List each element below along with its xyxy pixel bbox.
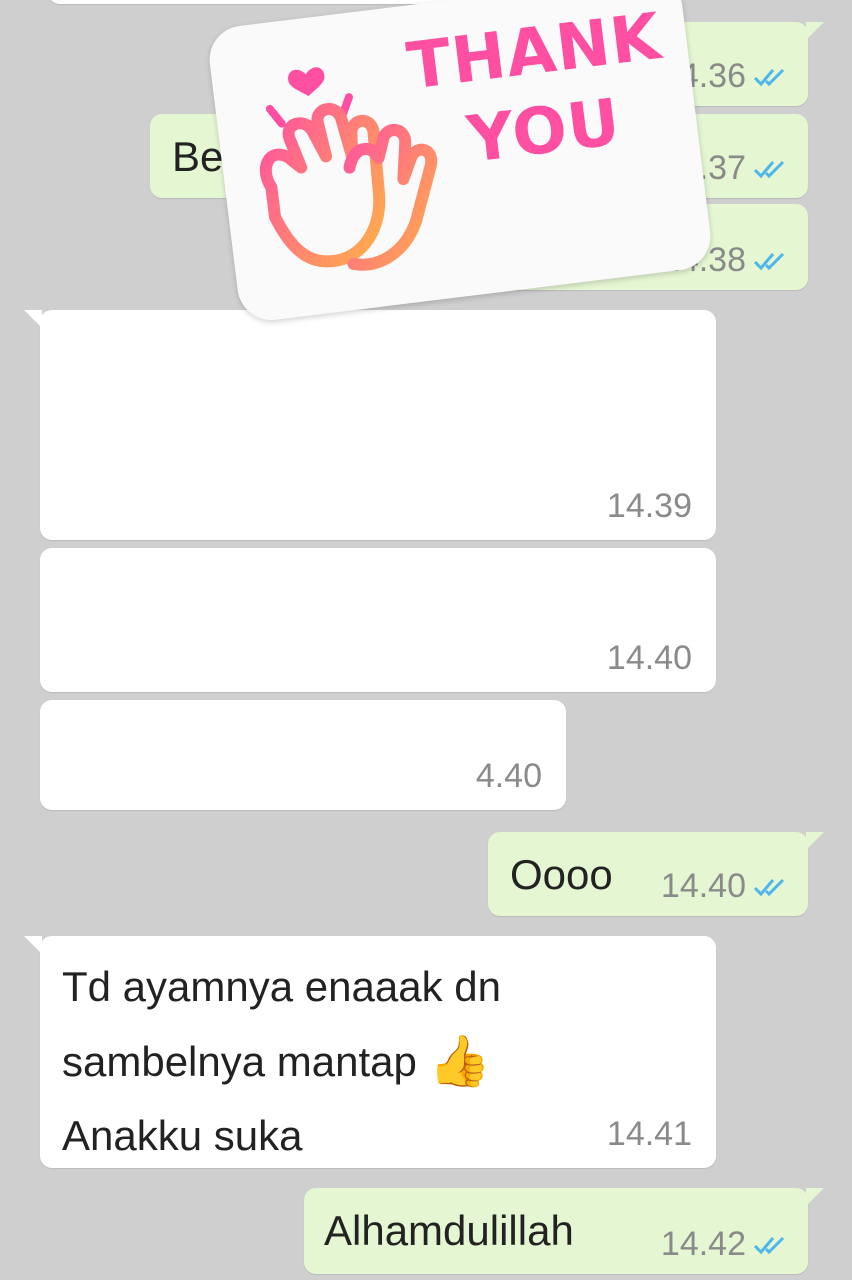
message-meta: 4.36 bbox=[680, 57, 792, 96]
message-meta: 14.40 bbox=[661, 867, 792, 906]
message-time: .37 bbox=[698, 149, 746, 187]
read-ticks-icon bbox=[752, 250, 792, 272]
message-bubble-incoming[interactable]: 14.39 bbox=[24, 310, 716, 540]
message-line: sambelnya mantap bbox=[62, 1038, 417, 1085]
thumbs-up-icon: 👍 bbox=[428, 1033, 491, 1089]
message-time: 14.40 bbox=[606, 639, 692, 677]
message-meta: 4.40 bbox=[476, 757, 548, 796]
message-time: 14.39 bbox=[606, 487, 692, 525]
message-bubble-incoming[interactable]: 4.40 bbox=[40, 700, 566, 810]
read-ticks-icon bbox=[752, 158, 792, 180]
message-meta: 14.39 bbox=[607, 487, 698, 526]
message-time: 14.40 bbox=[660, 867, 746, 905]
message-bubble-outgoing[interactable]: Alhamdulillah 14.42 bbox=[304, 1188, 824, 1274]
read-ticks-icon bbox=[752, 66, 792, 88]
message-time: 14.42 bbox=[660, 1225, 746, 1263]
read-ticks-icon bbox=[752, 1234, 792, 1256]
message-meta: 14.42 bbox=[661, 1225, 792, 1264]
message-time: 14.41 bbox=[606, 1115, 692, 1153]
message-bubble-incoming[interactable]: 14.40 bbox=[40, 548, 716, 692]
message-line-with-emoji: sambelnya mantap 👍 bbox=[62, 1024, 501, 1099]
message-meta: 14.40 bbox=[607, 639, 698, 678]
message-line: Td ayamnya enaaak dn bbox=[62, 963, 501, 1010]
message-bubble-incoming[interactable]: Td ayamnya enaaak dn sambelnya mantap 👍 … bbox=[24, 936, 716, 1168]
message-meta: .37 bbox=[699, 149, 792, 188]
message-bubble-outgoing[interactable]: Oooo 14.40 bbox=[488, 832, 824, 916]
message-text: Oooo bbox=[510, 851, 613, 898]
sticker-text: THANK YOU bbox=[403, 0, 676, 187]
message-text: Td ayamnya enaaak dn sambelnya mantap 👍 … bbox=[62, 950, 501, 1173]
message-time: 4.40 bbox=[475, 757, 542, 795]
message-line: Anakku suka bbox=[62, 1112, 303, 1159]
message-text: Alhamdulillah bbox=[324, 1207, 574, 1254]
message-meta: 14.41 bbox=[607, 1115, 698, 1154]
read-ticks-icon bbox=[752, 876, 792, 898]
